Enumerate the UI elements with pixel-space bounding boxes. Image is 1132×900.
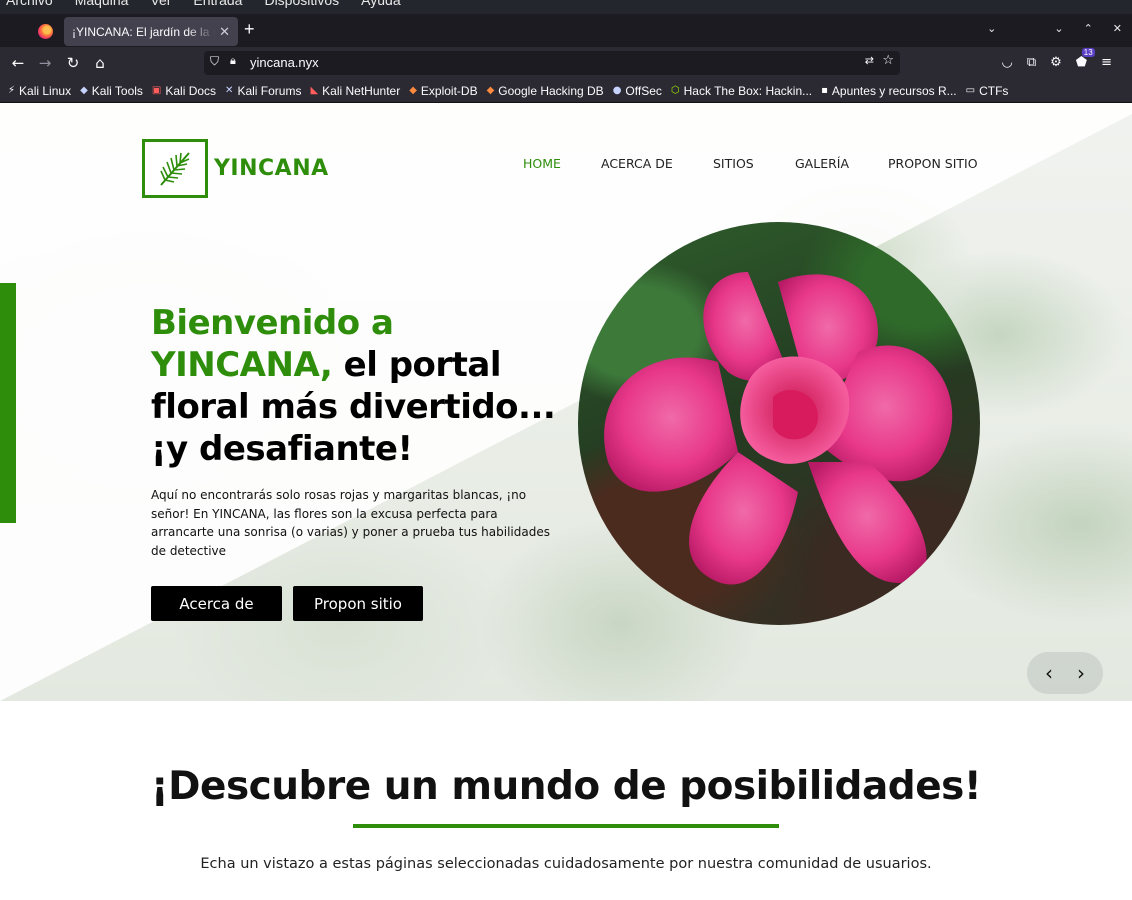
discover-title: ¡Descubre un mundo de posibilidades! [150,764,982,809]
bookmark-ctfs[interactable]: ▭ CTFs [966,84,1009,98]
hero-paragraph: Aquí no encontrarás solo rosas rojas y m… [151,488,550,558]
kali-forums-icon: ✕ [225,85,234,96]
bookmark-label: Kali Forums [237,83,302,98]
window-close-icon[interactable]: ✕ [1113,22,1122,35]
nethunter-icon: ◣ [310,85,319,96]
os-menubar: Archivo Máquina Ver Entrada Dispositivos… [0,0,1132,14]
nav-home[interactable]: HOME [523,156,601,171]
offsec-icon: ● [612,85,622,96]
kali-dragon-icon: ⚡︎ [8,85,16,96]
bookmark-kali-nethunter[interactable]: ◣ Kali NetHunter [310,84,400,98]
bookmark-label: Kali Docs [165,83,217,98]
settings-gear-icon[interactable]: ⚙ [1050,55,1062,70]
bookmark-label: Google Hacking DB [498,83,604,98]
bookmark-label: Kali Tools [91,83,143,98]
main-nav: HOME ACERCA DE SITIOS GALERÍA PROPON SIT… [523,156,988,171]
carousel-controls: ‹ › [1027,652,1103,694]
os-menu-ayuda[interactable]: Ayuda [361,0,400,8]
bookmark-htb[interactable]: ⬡ Hack The Box: Hackin... [671,84,812,98]
bookmark-kali-linux[interactable]: ⚡︎ Kali Linux [8,84,71,98]
page-viewport: YINCANA HOME ACERCA DE SITIOS GALERÍA PR… [0,104,1132,900]
os-menu-ver[interactable]: Ver [150,0,171,8]
window-minimize-icon[interactable]: ⌄ [1054,22,1063,35]
propose-site-button[interactable]: Propon sitio [293,586,423,621]
nav-acerca-de[interactable]: ACERCA DE [601,156,713,171]
bookmark-kali-tools[interactable]: ◆ Kali Tools [80,84,143,98]
os-menu-entrada[interactable]: Entrada [193,0,242,8]
lock-icon[interactable]: 🔒︎ [230,54,236,68]
bookmark-kali-forums[interactable]: ✕ Kali Forums [225,84,301,98]
extensions-puzzle-icon[interactable]: ⧉ [1027,55,1036,70]
bookmark-offsec[interactable]: ● OffSec [613,84,662,98]
exploit-db-icon: ◆ [409,85,417,96]
carousel-prev-chevron-icon[interactable]: ‹ [1034,658,1064,688]
bookmark-label: Kali Linux [19,83,72,98]
url-bar[interactable]: ⛉ 🔒︎ yincana.nyx ⇄ ☆ [204,51,900,75]
discover-divider [353,824,779,828]
os-menu-dispositivos[interactable]: Dispositivos [264,0,339,8]
nav-sitios[interactable]: SITIOS [713,156,795,171]
logo-text: YINCANA [214,156,329,181]
palm-leaf-logo-icon [142,139,208,198]
discover-subtitle: Echa un vistazo a estas páginas seleccio… [200,856,932,872]
firefox-icon [37,23,53,39]
kali-docs-icon: ▣ [151,85,162,96]
home-icon[interactable]: ⌂ [90,53,110,73]
firefox-view-button[interactable] [30,18,60,44]
hero-title: Bienvenido a YINCANA, el portal floral m… [151,302,581,470]
bookmark-label: Kali NetHunter [322,83,401,98]
new-tab-button[interactable]: + [244,19,255,40]
list-tabs-chevron-icon[interactable]: ⌄ [987,22,996,35]
carousel-next-chevron-icon[interactable]: › [1066,658,1096,688]
about-button[interactable]: Acerca de [151,586,282,621]
app-menu-icon[interactable]: ≡ [1101,55,1112,70]
tracking-shield-icon[interactable]: ⛉ [210,54,219,69]
browser-tab-active[interactable]: ¡YINCANA: El jardín de la risa ✕ [64,17,238,46]
bookmark-star-icon[interactable]: ☆ [882,53,894,68]
bookmark-label: Exploit-DB [420,83,478,98]
hero-section: YINCANA HOME ACERCA DE SITIOS GALERÍA PR… [0,104,1132,701]
terminal-icon: ▪ [821,85,828,96]
os-menu-maquina[interactable]: Máquina [75,0,129,8]
bookmark-kali-docs[interactable]: ▣ Kali Docs [152,84,216,98]
back-arrow-icon[interactable]: ← [8,53,28,73]
bookmark-label: OffSec [625,83,662,98]
nav-propon-sitio[interactable]: PROPON SITIO [888,156,988,171]
bookmark-apuntes[interactable]: ▪ Apuntes y recursos R... [821,84,957,98]
browser-tabstrip: ¡YINCANA: El jardín de la risa ✕ + ⌄ ⌄ ⌃… [0,14,1132,47]
browser-navbar: ← → ↻ ⌂ ⛉ 🔒︎ yincana.nyx ⇄ ☆ ◡ ⧉ ⚙ ⬟ 13 ≡ [0,47,1132,79]
url-text[interactable]: yincana.nyx [250,55,319,70]
site-logo[interactable]: YINCANA [142,139,329,198]
nav-galeria[interactable]: GALERÍA [795,156,888,171]
tab-title: ¡YINCANA: El jardín de la risa [72,24,216,39]
extension-badge-count: 13 [1081,48,1095,57]
translate-icon[interactable]: ⇄ [865,54,874,67]
window-maximize-icon[interactable]: ⌃ [1084,22,1093,35]
ghdb-icon: ◆ [486,85,495,96]
bookmark-label: CTFs [979,83,1009,98]
bookmark-exploit-db[interactable]: ◆ Exploit-DB [409,84,477,98]
forward-arrow-icon[interactable]: → [35,53,55,73]
tab-close-icon[interactable]: ✕ [219,24,230,40]
htb-cube-icon: ⬡ [670,85,680,96]
os-menu-archivo[interactable]: Archivo [6,0,53,8]
bookmark-label: Hack The Box: Hackin... [683,83,813,98]
bookmark-ghdb[interactable]: ◆ Google Hacking DB [487,84,604,98]
bookmark-label: Apuntes y recursos R... [831,83,957,98]
bookmarks-toolbar: ⚡︎ Kali Linux ◆ Kali Tools ▣ Kali Docs ✕ Kal… [0,79,1132,103]
hero-accent-bar [0,283,16,523]
kali-tools-icon: ◆ [80,85,88,96]
folder-icon: ▭ [965,85,976,96]
reload-icon[interactable]: ↻ [63,53,83,73]
pocket-icon[interactable]: ◡ [1001,55,1012,70]
extension-shield-icon[interactable]: ⬟ 13 [1076,48,1095,70]
hero-flower-image [578,222,980,625]
